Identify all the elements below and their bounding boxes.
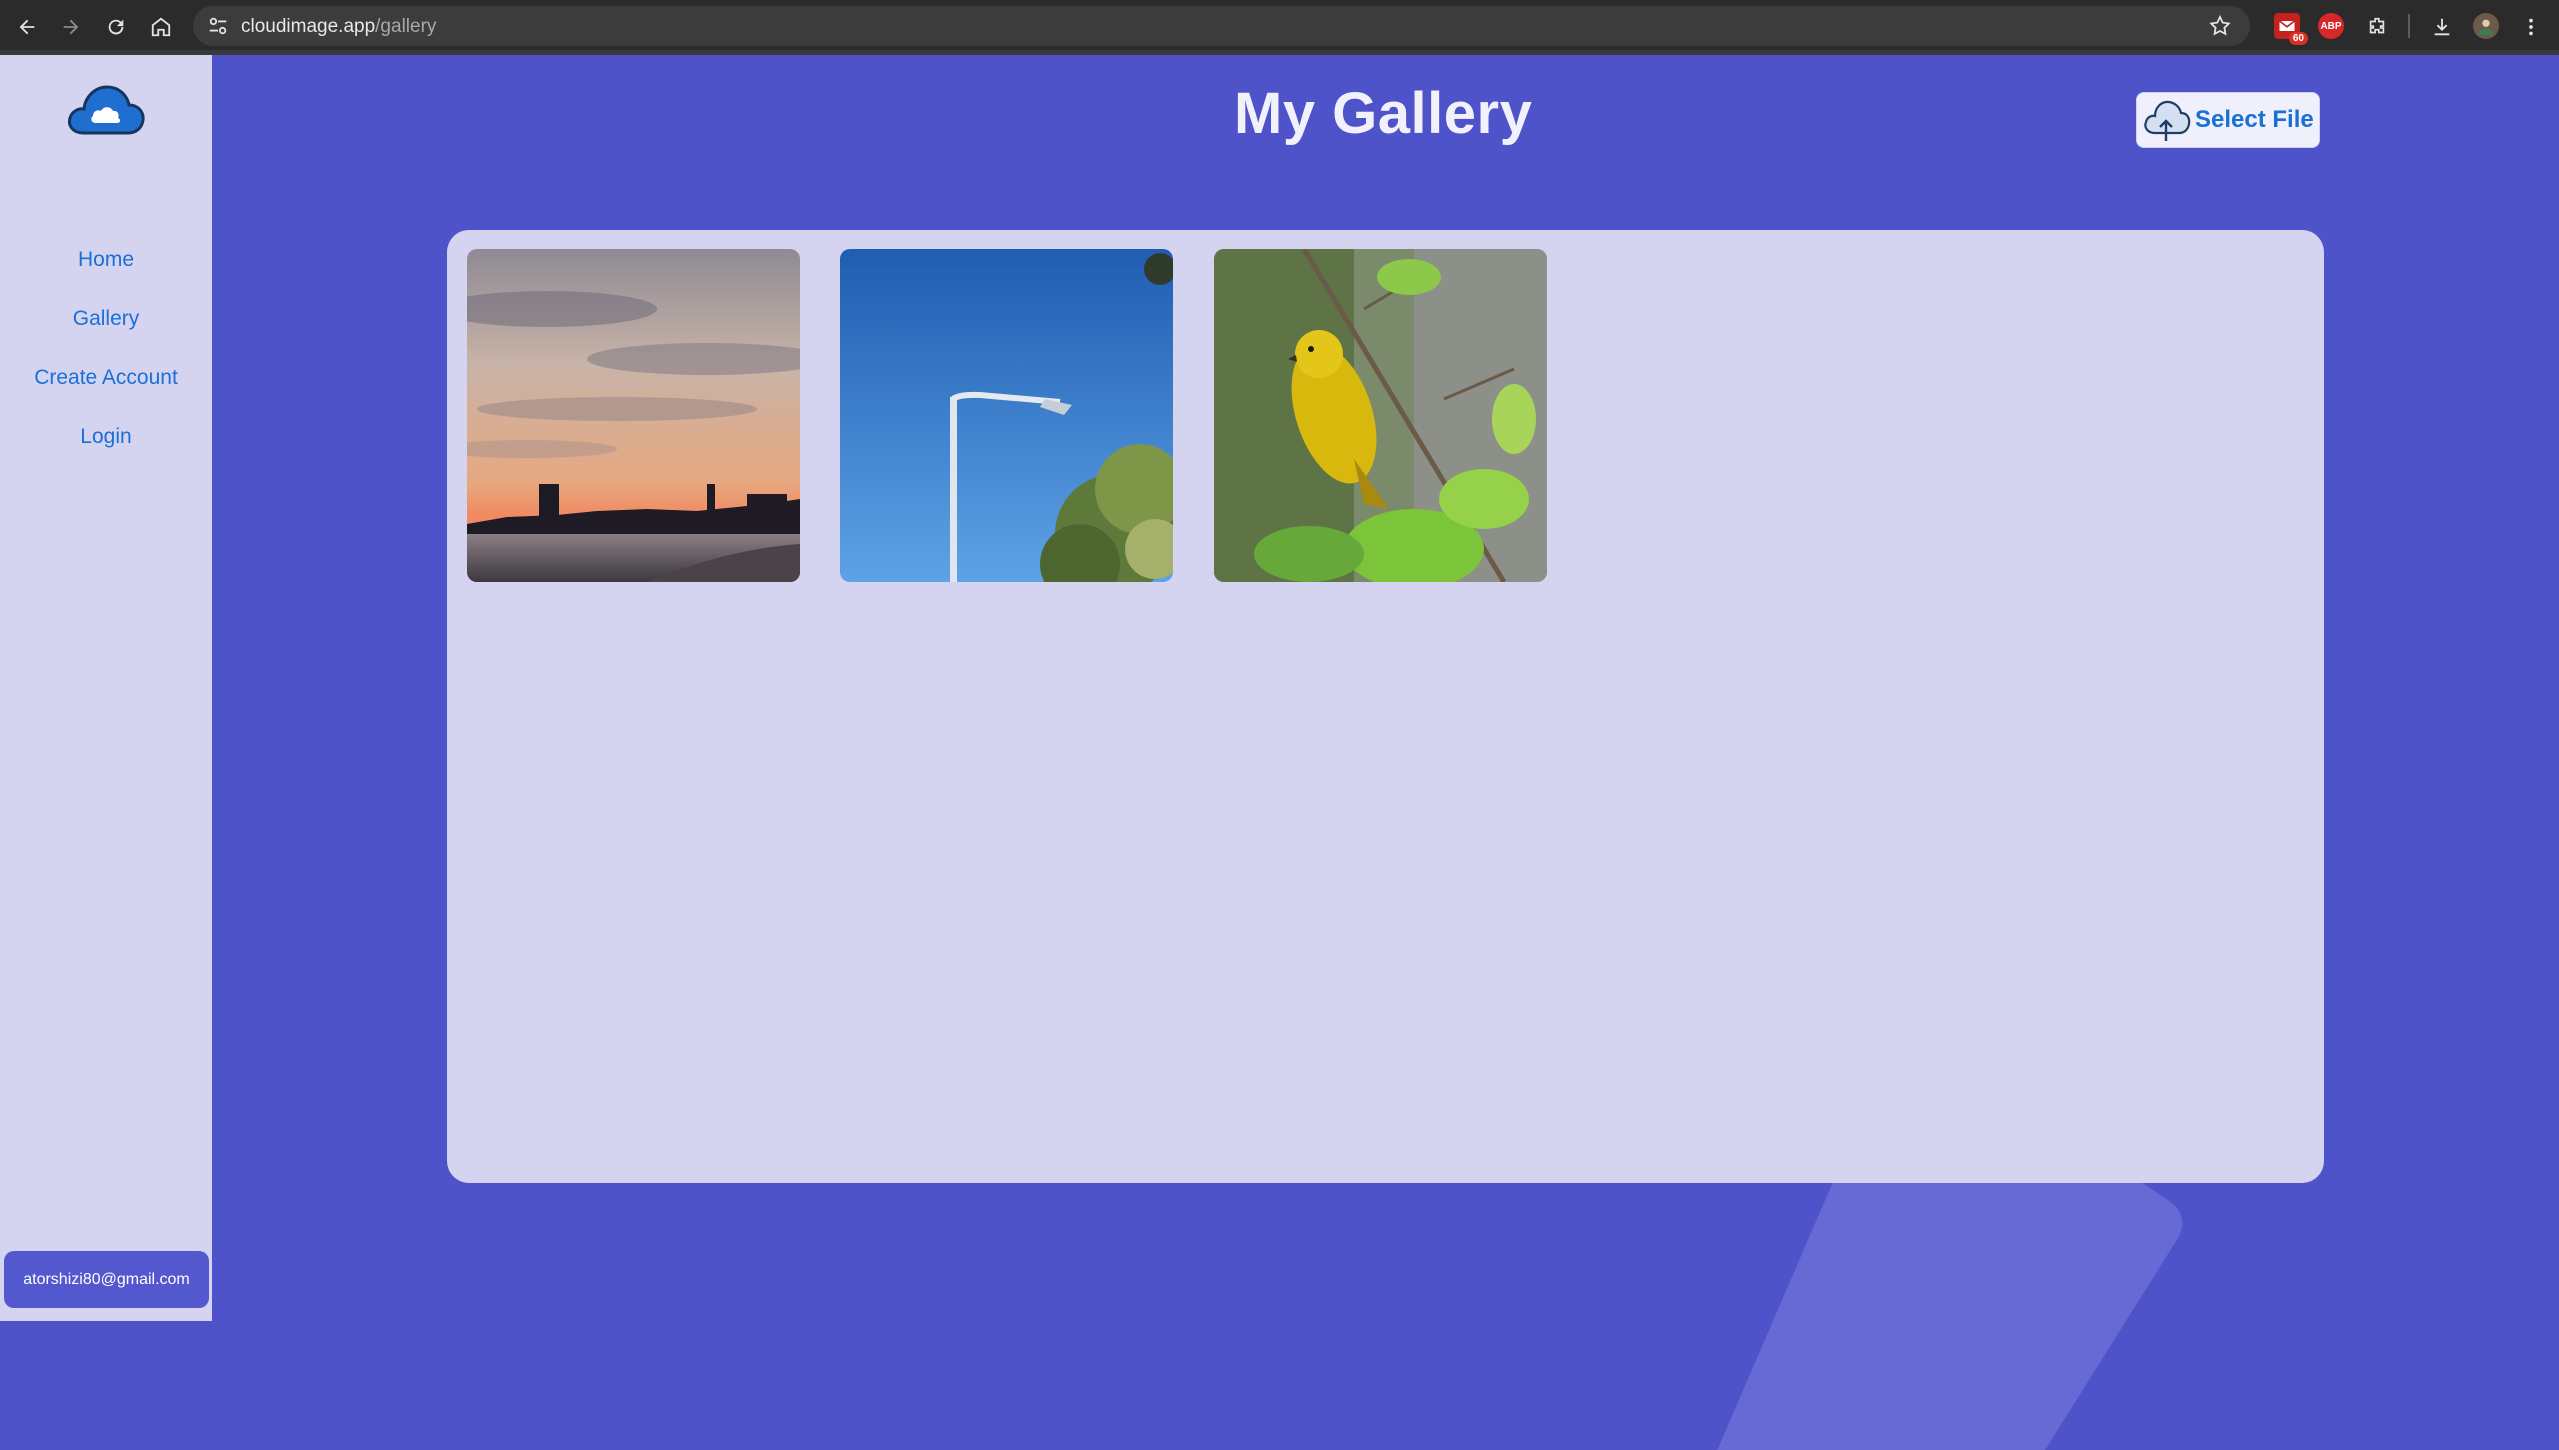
sunset-beach-image xyxy=(467,249,800,582)
sidebar-nav: Home Gallery Create Account Login xyxy=(0,230,212,466)
street-lamp-image xyxy=(840,249,1173,582)
more-menu-icon[interactable] xyxy=(2516,12,2546,42)
browser-toolbar: cloudimage.app/gallery 60 ABP xyxy=(0,0,2559,52)
page-title: My Gallery xyxy=(1234,81,1533,146)
mail-badge: 60 xyxy=(2288,32,2308,45)
gallery-image-sunset[interactable] xyxy=(467,249,800,582)
browser-chrome: cloudimage.app/gallery 60 ABP xyxy=(0,0,2559,55)
reload-icon[interactable] xyxy=(101,12,131,42)
home-icon[interactable] xyxy=(146,12,176,42)
select-file-label: Select File xyxy=(2195,106,2314,133)
back-icon[interactable] xyxy=(12,12,42,42)
forward-icon[interactable] xyxy=(56,12,86,42)
sidebar-item-home[interactable]: Home xyxy=(0,230,212,289)
select-file-button[interactable]: Select File xyxy=(2136,92,2320,148)
sidebar-item-create-account[interactable]: Create Account xyxy=(0,348,212,407)
user-email-button[interactable]: atorshizi80@gmail.com xyxy=(4,1251,209,1308)
adblock-extension-icon[interactable]: ABP xyxy=(2318,13,2344,39)
gallery-image-streetlamp[interactable] xyxy=(840,249,1173,582)
url-host: cloudimage.app xyxy=(241,16,376,37)
gallery-image-bird[interactable] xyxy=(1214,249,1547,582)
chrome-divider xyxy=(0,50,2559,55)
gallery-panel xyxy=(447,230,2324,1183)
site-info-icon[interactable] xyxy=(207,15,229,37)
sidebar-item-login[interactable]: Login xyxy=(0,407,212,466)
sidebar: Home Gallery Create Account Login atorsh… xyxy=(0,55,212,1321)
cloud-upload-icon xyxy=(2144,100,2191,141)
extensions-puzzle-icon[interactable] xyxy=(2362,12,2392,42)
profile-avatar[interactable] xyxy=(2473,13,2499,39)
cloud-logo-icon[interactable] xyxy=(66,83,146,139)
yellow-bird-image xyxy=(1214,249,1547,582)
url-path: /gallery xyxy=(375,16,437,37)
mail-extension-icon[interactable]: 60 xyxy=(2274,13,2308,45)
url-text[interactable]: cloudimage.app/gallery xyxy=(241,16,436,38)
bookmark-star-icon[interactable] xyxy=(2208,14,2232,38)
downloads-icon[interactable] xyxy=(2427,12,2457,42)
adblock-label: ABP xyxy=(2320,20,2342,32)
sidebar-item-gallery[interactable]: Gallery xyxy=(0,289,212,348)
toolbar-separator xyxy=(2408,14,2410,38)
address-bar[interactable]: cloudimage.app/gallery xyxy=(193,6,2250,46)
